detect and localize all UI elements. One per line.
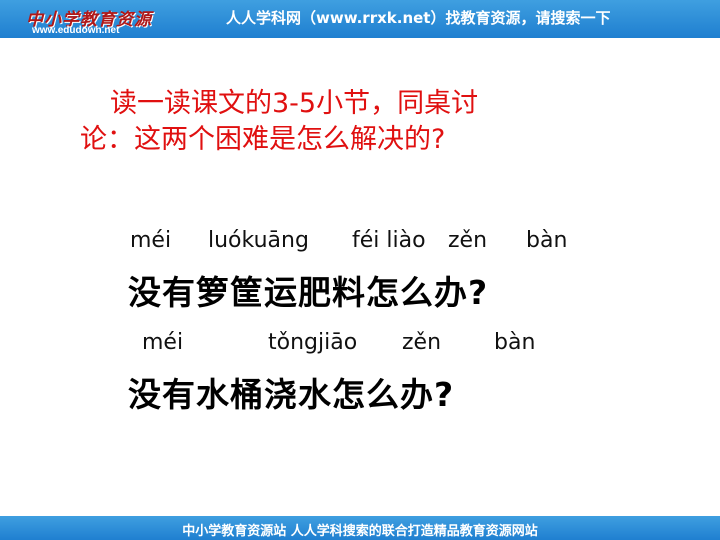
pinyin-mei: méi xyxy=(130,228,172,253)
footer-text: 中小学教育资源站 人人学科搜索的联合打造精品教育资源网站 xyxy=(182,524,538,539)
question-line-1: 读一读课文的3-5小节，同桌讨 xyxy=(110,88,479,119)
pinyin-ban: bàn xyxy=(526,228,568,253)
logo-url: www.edudown.net xyxy=(32,25,120,36)
pinyin-zen: zěn xyxy=(448,228,488,253)
top-banner: 中小学教育资源 www.edudown.net 人人学科网（www.rrxk.n… xyxy=(0,0,720,38)
site-logo[interactable]: 中小学教育资源 www.edudown.net xyxy=(6,3,196,37)
pinyin-luokuang: luókuāng xyxy=(208,228,309,253)
sentence-2-text: 没有水桶浇水怎么办? xyxy=(128,375,455,414)
sentence-1-text: 没有箩筐运肥料怎么办? xyxy=(128,273,489,312)
pinyin-ban-2: bàn xyxy=(494,330,536,355)
question-line-2: 论：这两个困难是怎么解决的? xyxy=(80,124,446,155)
question-text: 读一读课文的3-5小节，同桌讨 论：这两个困难是怎么解决的? xyxy=(80,86,640,158)
footer-banner: 中小学教育资源站 人人学科搜索的联合打造精品教育资源网站 xyxy=(0,516,720,540)
pinyin-mei-2: méi xyxy=(142,330,184,355)
banner-slogan: 人人学科网（www.rrxk.net）找教育资源，请搜索一下 xyxy=(226,9,611,27)
pinyin-feiliao: féi liào xyxy=(352,228,426,253)
pinyin-tongjiao: tǒngjiāo xyxy=(268,330,358,355)
pinyin-zen-2: zěn xyxy=(402,330,442,355)
